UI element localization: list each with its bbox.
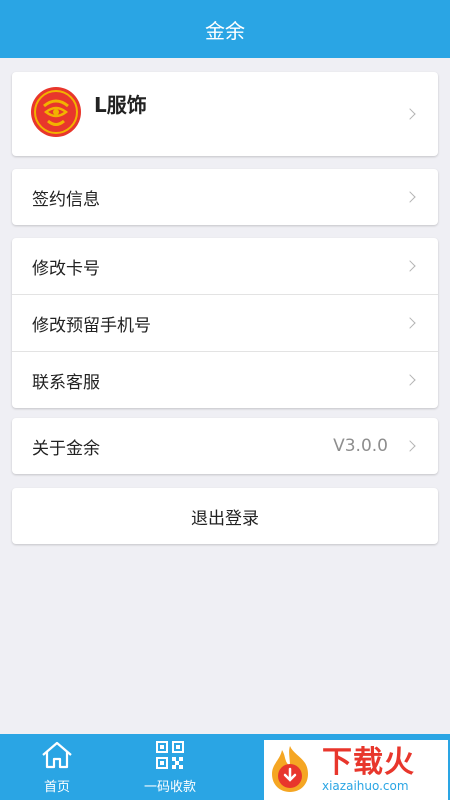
menu-item-label: 修改卡号	[32, 258, 100, 279]
menu-item-label: 签约信息	[32, 189, 100, 210]
menu-item-contact-support[interactable]: 联系客服	[12, 351, 438, 408]
chevron-right-icon	[404, 108, 416, 120]
tab-qr-payment[interactable]: 一码收款	[125, 740, 215, 795]
merchant-card[interactable]: L服饰	[12, 72, 438, 156]
menu-item-about[interactable]: 关于金余 V3.0.0	[12, 418, 438, 474]
watermark-badge: 下载火 xiazaihuo.com	[264, 740, 448, 800]
menu-item-label: 修改预留手机号	[32, 315, 151, 336]
logout-label: 退出登录	[191, 508, 259, 529]
menu-item-change-phone[interactable]: 修改预留手机号	[12, 294, 438, 351]
page-title: 金余	[205, 18, 245, 43]
menu-item-contract[interactable]: 签约信息	[12, 169, 438, 225]
watermark-url: xiazaihuo.com	[322, 779, 409, 793]
qr-code-icon	[125, 740, 215, 774]
merchant-logo-icon	[30, 86, 82, 142]
menu-item-change-card[interactable]: 修改卡号	[12, 238, 438, 294]
chevron-right-icon	[404, 317, 416, 329]
tab-label: 一码收款	[143, 780, 196, 795]
menu-item-label: 联系客服	[32, 372, 100, 393]
chevron-right-icon	[404, 440, 416, 452]
contract-card: 签约信息	[12, 169, 438, 225]
home-icon	[12, 740, 102, 774]
version-label: V3.0.0	[333, 436, 388, 456]
menu-item-label: 关于金余	[32, 438, 100, 459]
tab-home[interactable]: 首页	[12, 740, 102, 795]
flame-logo-icon	[264, 742, 316, 798]
chevron-right-icon	[404, 260, 416, 272]
account-settings-card: 修改卡号 修改预留手机号 联系客服	[12, 238, 438, 408]
watermark-title: 下载火	[322, 745, 415, 780]
about-card: 关于金余 V3.0.0	[12, 418, 438, 474]
merchant-name: L服饰	[94, 92, 147, 117]
chevron-right-icon	[404, 374, 416, 386]
top-nav-bar: 金余	[0, 0, 450, 58]
chevron-right-icon	[404, 191, 416, 203]
tab-label: 首页	[43, 780, 70, 795]
logout-button[interactable]: 退出登录	[12, 488, 438, 544]
